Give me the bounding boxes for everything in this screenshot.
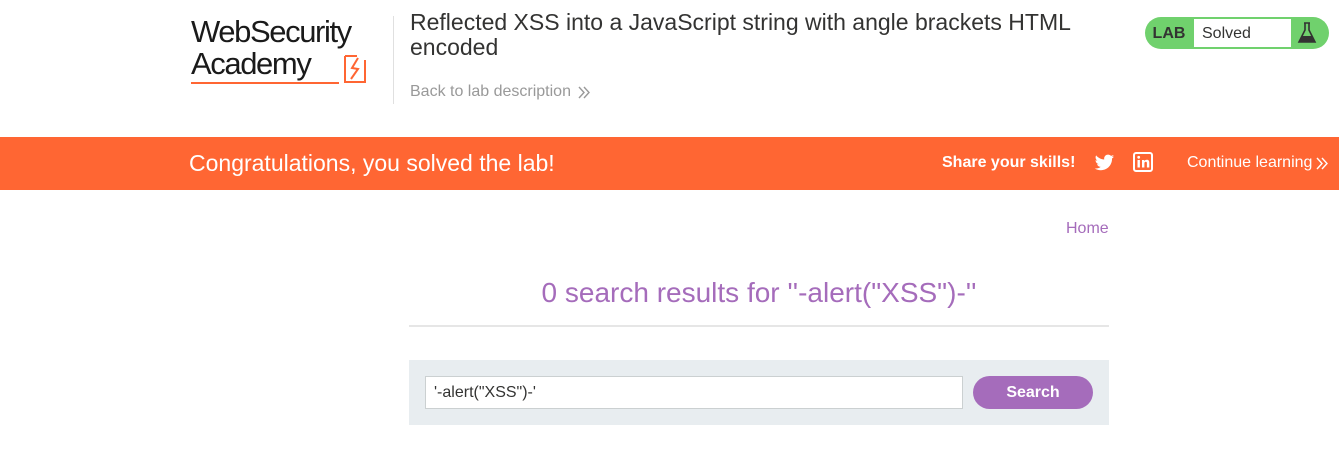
search-form: Search — [409, 360, 1109, 425]
logo-text-line1: WebSecurity — [191, 14, 352, 49]
search-input[interactable] — [425, 376, 963, 409]
linkedin-icon[interactable] — [1133, 152, 1153, 172]
heading-divider — [409, 325, 1109, 327]
double-chevron-right-icon — [1316, 157, 1329, 169]
solved-message: Congratulations, you solved the lab! — [189, 150, 555, 176]
lab-title: Reflected XSS into a JavaScript string w… — [410, 9, 1071, 60]
lab-status-tag: LAB — [1152, 25, 1186, 42]
flask-icon — [1297, 22, 1317, 43]
back-link-label: Back to lab description — [410, 83, 571, 100]
academy-logo[interactable]: WebSecurity Academy — [191, 16, 391, 88]
solved-banner: Congratulations, you solved the lab! Sha… — [0, 137, 1339, 190]
twitter-icon[interactable] — [1094, 152, 1115, 173]
continue-learning-link[interactable]: Continue learning — [1187, 154, 1329, 172]
lab-status-value: Solved — [1193, 18, 1292, 48]
logo-bolt-icon — [344, 55, 366, 83]
header-divider — [393, 16, 394, 104]
logo-underline — [191, 82, 339, 84]
continue-learning-label: Continue learning — [1187, 154, 1313, 171]
double-chevron-right-icon — [578, 86, 590, 98]
search-button[interactable]: Search — [973, 376, 1093, 409]
share-label: Share your skills! — [942, 154, 1076, 171]
search-results-heading: 0 search results for ''-alert("XSS")-'' — [541, 277, 977, 308]
back-to-description-link[interactable]: Back to lab description — [410, 83, 590, 101]
home-link[interactable]: Home — [1066, 220, 1109, 238]
